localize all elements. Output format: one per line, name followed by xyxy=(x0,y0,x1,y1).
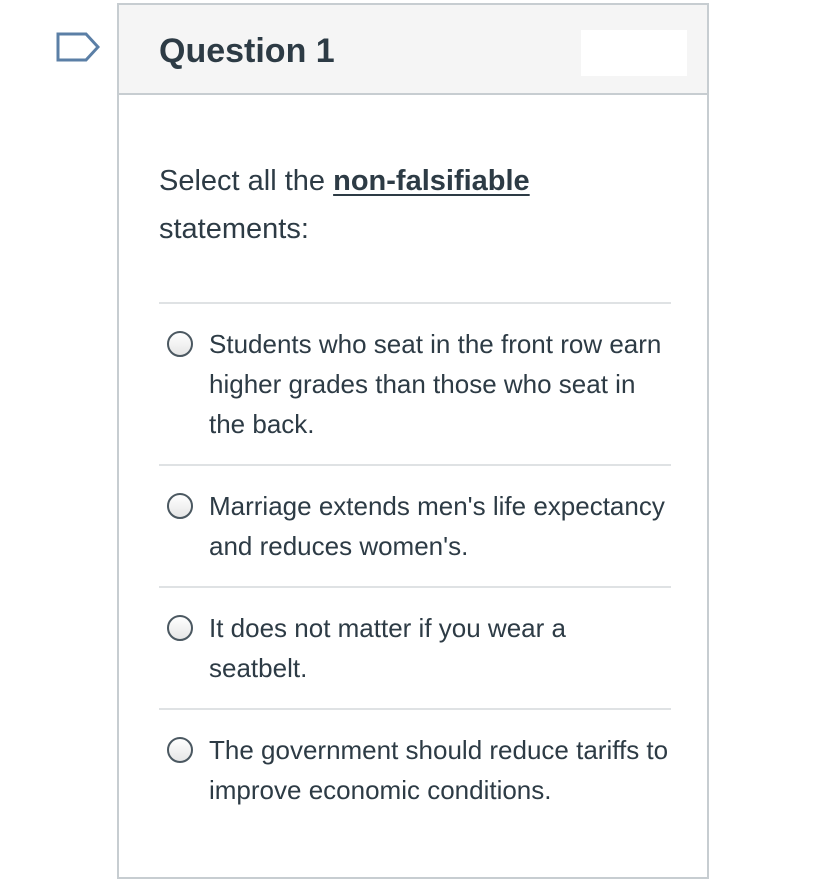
answer-checkbox[interactable] xyxy=(167,615,193,641)
prompt-suffix: statements: xyxy=(159,213,309,245)
answer-label: Students who seat in the front row earn … xyxy=(209,329,662,439)
answer-label: It does not matter if you wear a seatbel… xyxy=(209,613,566,683)
answer-checkbox[interactable] xyxy=(167,493,193,519)
answer-label: The government should reduce tariffs to … xyxy=(209,735,669,805)
points-box xyxy=(581,30,687,76)
flag-question-icon[interactable] xyxy=(56,32,100,62)
question-prompt: Select all the non-falsifiable statements… xyxy=(159,95,667,302)
answer-option[interactable]: Marriage extends men's life expectancy a… xyxy=(159,466,671,588)
answer-list: Students who seat in the front row earn … xyxy=(159,302,671,830)
answer-option[interactable]: It does not matter if you wear a seatbel… xyxy=(159,588,671,710)
answer-checkbox[interactable] xyxy=(167,737,193,763)
question-card: Question 1 Select all the non-falsifiabl… xyxy=(117,3,709,879)
answer-checkbox[interactable] xyxy=(167,331,193,357)
answer-label: Marriage extends men's life expectancy a… xyxy=(209,491,665,561)
question-title: Question 1 xyxy=(159,32,335,70)
answer-option[interactable]: Students who seat in the front row earn … xyxy=(159,304,671,466)
question-body: Select all the non-falsifiable statements… xyxy=(119,95,707,830)
prompt-emphasis: non-falsifiable xyxy=(333,165,530,197)
answer-option[interactable]: The government should reduce tariffs to … xyxy=(159,710,671,830)
prompt-prefix: Select all the xyxy=(159,165,334,197)
question-header: Question 1 xyxy=(119,5,707,95)
